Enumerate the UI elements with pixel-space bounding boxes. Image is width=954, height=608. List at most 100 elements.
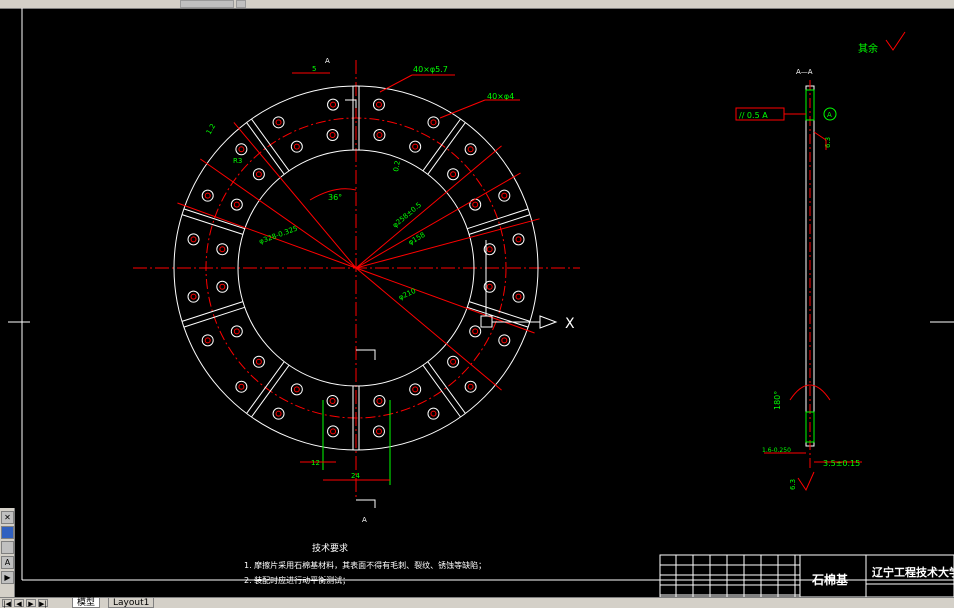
mounting-hole <box>409 383 422 396</box>
tech-requirement-1: 1. 摩擦片采用石棉基材料，其表面不得有毛刺、裂纹、锈蚀等缺陷； <box>244 560 486 570</box>
radial-slot-edge <box>251 118 290 172</box>
hole-center <box>233 328 240 335</box>
dim-hole-1: 40×φ5.7 <box>413 65 448 74</box>
mounting-hole <box>373 394 386 407</box>
mounting-hole <box>498 334 511 347</box>
hole-center <box>376 397 383 404</box>
dim-outer-dia: φ328-0.325 <box>258 224 299 245</box>
mounting-hole <box>187 233 200 246</box>
mounting-hole <box>373 129 386 142</box>
mounting-hole <box>512 233 525 246</box>
hole-center <box>275 410 282 417</box>
hole-center <box>472 328 479 335</box>
hole-center <box>330 101 337 108</box>
hole-center <box>329 397 336 404</box>
toolbar-button[interactable] <box>236 0 246 8</box>
hole-center <box>329 132 336 139</box>
dim-d2: φ158 <box>407 231 427 247</box>
section-title: A—A <box>796 68 813 76</box>
dim-r3: R3 <box>233 157 242 165</box>
radial-slot-edge <box>427 122 466 175</box>
hole-center <box>515 236 522 243</box>
hole-center <box>238 383 245 390</box>
left-tool-palette: ✕ A ▶ <box>0 508 15 597</box>
text-icon[interactable]: A <box>1 556 14 569</box>
friction-disc-view <box>133 60 580 500</box>
roughness-6-3-bottom: 6.3 <box>789 479 797 490</box>
dim-angle: 36° <box>328 193 342 202</box>
hole-center <box>472 201 479 208</box>
mounting-hole <box>201 189 214 202</box>
leader-2 <box>439 99 486 119</box>
mounting-hole <box>216 280 229 293</box>
title-block: 石棉基 辽宁工程技术大学 <box>659 554 954 597</box>
hole-center <box>467 146 474 153</box>
leader-1 <box>379 74 413 93</box>
cad-drawing[interactable]: 其余 5 40×φ5.7 40×φ4 36° R3 1.2 0.2 φ328-0… <box>0 8 954 597</box>
hole-center <box>293 386 300 393</box>
hole-center <box>219 246 226 253</box>
dim-3-5: 3.5±0.15 <box>823 459 860 468</box>
toolbar-button[interactable] <box>180 0 234 8</box>
mounting-hole <box>235 380 248 393</box>
mounting-hole <box>464 143 477 156</box>
hole-center <box>190 293 197 300</box>
mounting-hole <box>427 407 440 420</box>
hole-center <box>450 171 457 178</box>
mounting-hole <box>409 140 422 153</box>
tech-requirement-2: 2. 装配时应进行动平衡测试； <box>244 575 350 585</box>
mounting-hole <box>326 394 339 407</box>
mounting-hole <box>512 290 525 303</box>
mounting-hole <box>230 325 243 338</box>
section-mark-top: A <box>325 57 330 65</box>
mounting-hole <box>498 189 511 202</box>
mounting-hole <box>290 140 303 153</box>
hatch-icon[interactable] <box>1 541 14 554</box>
hole-center <box>430 119 437 126</box>
dimension-ray <box>355 267 535 334</box>
close-icon[interactable]: ✕ <box>1 511 14 524</box>
radial-slot-edge <box>181 214 244 235</box>
ucs-x-label: X <box>565 316 575 332</box>
hole-center <box>467 383 474 390</box>
drawing-canvas[interactable]: 其余 5 40×φ5.7 40×φ4 36° R3 1.2 0.2 φ328-0… <box>0 8 954 597</box>
radial-slot-edge <box>468 214 531 235</box>
hole-center <box>275 119 282 126</box>
radial-slot-edge <box>251 364 290 418</box>
next-tab-icon[interactable]: ▶ <box>26 599 36 608</box>
prev-tab-icon[interactable]: ◀ <box>14 599 24 608</box>
tech-requirements-title: 技术要求 <box>312 542 348 554</box>
mounting-hole <box>290 383 303 396</box>
hole-center <box>375 428 382 435</box>
dim-d3: φ210 <box>397 287 417 302</box>
radial-slot-edge <box>467 306 529 328</box>
hole-center <box>238 146 245 153</box>
radial-slot-edge <box>183 208 245 230</box>
radial-slot-edge <box>183 306 245 328</box>
hole-center <box>204 337 211 344</box>
mounting-hole <box>252 168 265 181</box>
roughness-symbol <box>885 31 906 51</box>
roughness-6-3-top: 6.3 <box>824 137 832 148</box>
mounting-hole <box>235 143 248 156</box>
mounting-hole <box>326 129 339 142</box>
play-icon[interactable]: ▶ <box>1 571 14 584</box>
palette-icon[interactable] <box>1 526 14 539</box>
mounting-hole <box>427 116 440 129</box>
hole-center <box>293 143 300 150</box>
mounting-hole <box>372 425 385 438</box>
hole-center <box>330 428 337 435</box>
section-view-a-a: A—A // 0.5 A A 6.3 180° 1.6-0.250 3.5±0.… <box>735 68 862 492</box>
section-mark-bottom: A <box>362 516 367 524</box>
hole-center <box>412 143 419 150</box>
dimension-ray <box>355 218 540 269</box>
mounting-hole <box>464 380 477 393</box>
ucs-origin <box>480 315 493 328</box>
mounting-hole <box>447 168 460 181</box>
hole-center <box>430 410 437 417</box>
last-tab-icon[interactable]: ▶| <box>38 599 48 608</box>
radial-slot-edge <box>422 364 461 418</box>
mounting-hole <box>230 198 243 211</box>
hole-center <box>204 192 211 199</box>
first-tab-icon[interactable]: |◀ <box>2 599 12 608</box>
